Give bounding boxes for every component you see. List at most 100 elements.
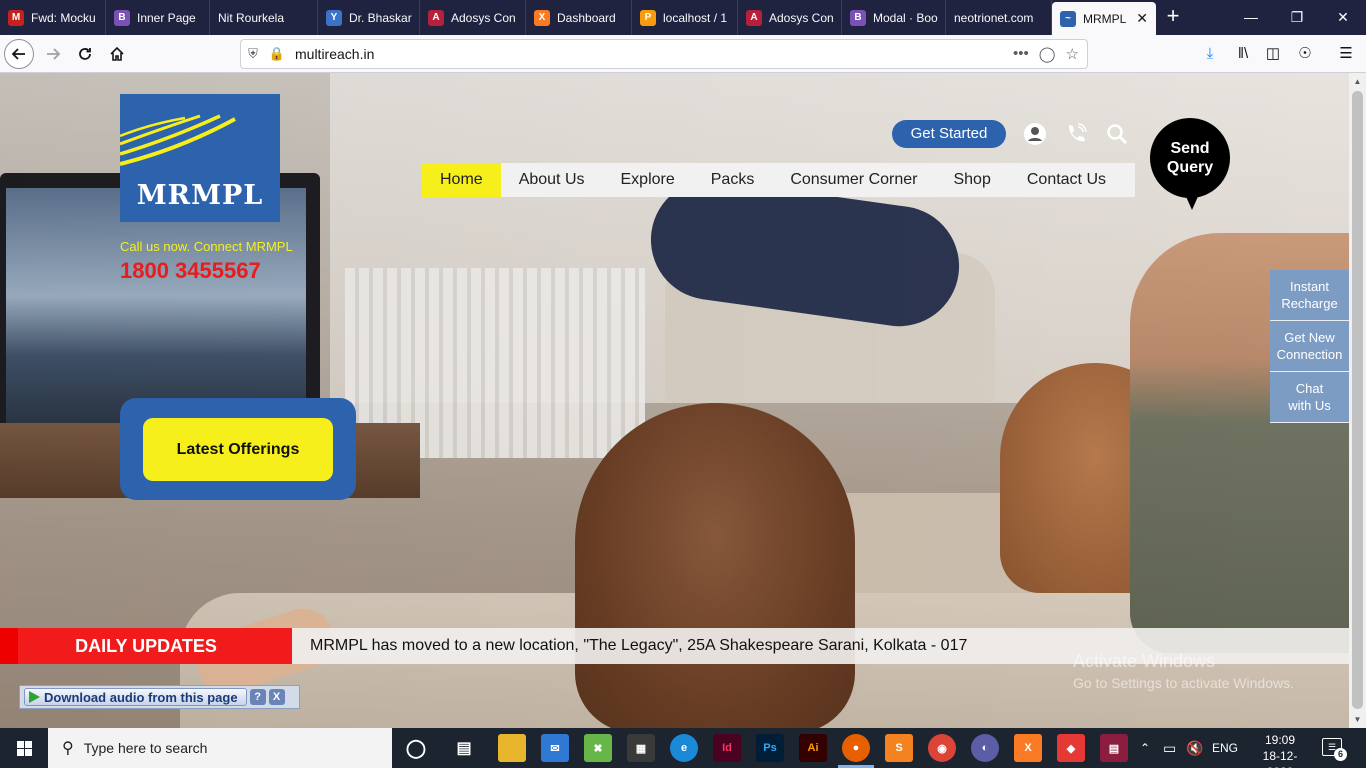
file-explorer-icon[interactable]: [498, 734, 526, 762]
call-us-text: Call us now. Connect MRMPL: [120, 239, 293, 254]
play-icon: [29, 691, 40, 703]
close-window-button[interactable]: ✕: [1320, 0, 1366, 35]
volume-muted-icon[interactable]: 🔇: [1186, 728, 1203, 768]
library-icon[interactable]: ‖\: [1232, 43, 1254, 65]
daily-update-message[interactable]: MRMPL has moved to a new location, "The …: [310, 628, 967, 664]
chat-with-us-tab[interactable]: Chat with Us: [1270, 372, 1349, 423]
get-new-connection-tab[interactable]: Get New Connection: [1270, 321, 1349, 372]
menu-item-packs[interactable]: Packs: [693, 163, 773, 197]
home-button[interactable]: [102, 39, 132, 69]
browser-tab[interactable]: A Adosys Con: [420, 0, 526, 35]
microsoft-store-icon[interactable]: ▦: [627, 734, 655, 762]
phone-call-icon[interactable]: [1064, 122, 1088, 146]
browser-tab[interactable]: Plocalhost / 1: [632, 0, 738, 35]
browser-tab[interactable]: Nit Rourkela: [210, 0, 318, 35]
tor-browser-icon[interactable]: ◐: [971, 734, 999, 762]
watermark-subtitle: Go to Settings to activate Windows.: [1073, 675, 1294, 691]
tab-title: neotrionet.com: [954, 10, 1034, 25]
phone-number[interactable]: 1800 3455567: [120, 258, 261, 284]
photoshop-icon[interactable]: Ps: [756, 734, 784, 762]
url-text[interactable]: multireach.in: [295, 46, 374, 62]
clock-time: 19:09: [1264, 733, 1296, 747]
tracking-shield-icon[interactable]: ⛨: [241, 46, 265, 62]
task-view-icon[interactable]: ▤: [450, 734, 478, 762]
downloads-icon[interactable]: ⤓: [1199, 43, 1221, 65]
pocket-icon[interactable]: ◯: [1039, 45, 1056, 63]
watermark-title: Activate Windows: [1073, 651, 1216, 671]
download-audio-label: Download audio from this page: [44, 689, 238, 705]
firefox-icon[interactable]: ●: [842, 734, 870, 762]
menu-item-shop[interactable]: Shop: [935, 163, 1008, 197]
hamburger-menu-icon[interactable]: ☰: [1335, 43, 1357, 65]
browser-tab[interactable]: neotrionet.com: [946, 0, 1052, 35]
browser-tab[interactable]: B Modal · Boo: [842, 0, 946, 35]
browser-tab[interactable]: M Fwd: Mocku: [0, 0, 106, 35]
close-icon[interactable]: X: [268, 689, 285, 705]
back-button[interactable]: [4, 39, 34, 69]
menu-item-about-us[interactable]: About Us: [501, 163, 603, 197]
insecure-lock-icon[interactable]: 🔒: [265, 46, 289, 62]
help-icon[interactable]: ?: [249, 689, 266, 705]
account-icon[interactable]: ☉: [1294, 43, 1316, 65]
menu-item-home[interactable]: Home: [422, 163, 501, 197]
latest-offerings-button[interactable]: Latest Offerings: [143, 418, 333, 481]
tab-title: Fwd: Mocku: [31, 10, 96, 25]
scroll-down-arrow-icon[interactable]: ▼: [1349, 711, 1366, 728]
menu-item-consumer-corner[interactable]: Consumer Corner: [772, 163, 935, 197]
send-query-button[interactable]: Send Query: [1150, 118, 1230, 210]
language-indicator[interactable]: ENG: [1212, 728, 1238, 768]
browser-tab[interactable]: B Inner Page: [106, 0, 210, 35]
scroll-up-arrow-icon[interactable]: ▲: [1349, 73, 1366, 90]
sublime-text-icon[interactable]: S: [885, 734, 913, 762]
get-started-button[interactable]: Get Started: [892, 120, 1006, 148]
reload-button[interactable]: [70, 39, 100, 69]
close-tab-icon[interactable]: ✕: [1128, 10, 1148, 27]
cortana-icon[interactable]: ◯: [402, 734, 430, 762]
browser-tab[interactable]: X Dashboard: [526, 0, 632, 35]
xampp-icon[interactable]: X: [1014, 734, 1042, 762]
winrar-icon[interactable]: ▤: [1100, 734, 1128, 762]
minimize-button[interactable]: —: [1228, 0, 1274, 35]
maximize-button[interactable]: ❐: [1274, 0, 1320, 35]
start-button[interactable]: [0, 728, 48, 768]
tab-title: localhost / 1: [663, 10, 728, 25]
tab-title: MRMPL: [1083, 11, 1127, 26]
edge-icon[interactable]: e: [670, 734, 698, 762]
chrome-icon[interactable]: ◉: [928, 734, 956, 762]
network-icon[interactable]: ▭: [1163, 728, 1176, 768]
user-account-icon[interactable]: [1023, 122, 1047, 146]
back-arrow-icon: [11, 48, 25, 60]
illustrator-icon[interactable]: Ai: [799, 734, 827, 762]
anydesk-icon[interactable]: ◆: [1057, 734, 1085, 762]
tab-title: Adosys Con: [451, 10, 516, 25]
forward-button[interactable]: [38, 39, 68, 69]
sidebar-icon[interactable]: ◫: [1262, 43, 1284, 65]
download-audio-button[interactable]: Download audio from this page: [24, 688, 247, 706]
menu-item-explore[interactable]: Explore: [603, 163, 693, 197]
scrollbar-thumb[interactable]: [1352, 91, 1363, 709]
search-icon[interactable]: [1105, 122, 1129, 146]
instant-recharge-tab[interactable]: Instant Recharge: [1270, 270, 1349, 321]
app-green-icon[interactable]: ✖: [584, 734, 612, 762]
taskbar-search-box[interactable]: ⚲ Type here to search: [48, 728, 392, 768]
mrmpl-icon: ~: [1060, 10, 1076, 27]
action-center-icon[interactable]: ☰ 6: [1322, 738, 1347, 761]
browser-tab[interactable]: ~ MRMPL ✕: [1052, 2, 1156, 35]
tab-title: Modal · Boo: [873, 10, 938, 25]
activate-windows-watermark: Activate Windows Go to Settings to activ…: [1073, 651, 1294, 691]
address-bar[interactable]: ⛨ 🔒 multireach.in ••• ◯ ☆: [240, 39, 1088, 69]
menu-item-contact-us[interactable]: Contact Us: [1009, 163, 1124, 197]
indesign-icon[interactable]: Id: [713, 734, 741, 762]
new-tab-button[interactable]: +: [1160, 4, 1186, 30]
system-clock[interactable]: 19:09 18-12-2020: [1252, 732, 1308, 780]
mail-icon[interactable]: ✉: [541, 734, 569, 762]
browser-tab[interactable]: A Adosys Con: [738, 0, 842, 35]
bookmark-star-icon[interactable]: ☆: [1066, 45, 1079, 63]
page-actions-menu-icon[interactable]: •••: [1013, 45, 1029, 63]
send-query-line-2: Query: [1166, 159, 1214, 176]
xampp-icon: X: [534, 9, 550, 26]
mrmpl-logo[interactable]: MRMPL: [120, 94, 280, 222]
browser-tab[interactable]: Y Dr. Bhaskar: [318, 0, 420, 35]
show-hidden-icons-button[interactable]: ⌃: [1140, 728, 1150, 768]
page-scrollbar[interactable]: ▲ ▼: [1349, 73, 1366, 728]
